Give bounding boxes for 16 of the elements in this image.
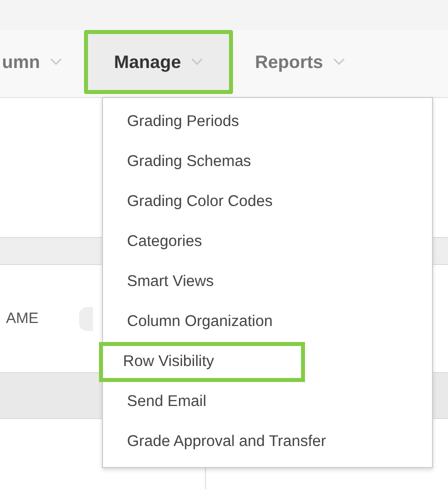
menu-item[interactable]: Column Organization: [103, 302, 432, 342]
menu-tab[interactable]: Manage: [84, 30, 234, 94]
menu-tab[interactable]: Reports: [233, 30, 368, 94]
column-header: AME: [6, 310, 39, 327]
menu-item[interactable]: Smart Views: [103, 262, 432, 302]
caret-icon: [50, 58, 62, 66]
menu-item[interactable]: Grading Periods: [103, 102, 432, 142]
menu-item[interactable]: Row Visibility: [99, 342, 305, 382]
menu-item[interactable]: Grading Color Codes: [103, 182, 432, 222]
caret-icon: [191, 58, 204, 66]
menu-item[interactable]: Send Email: [103, 382, 432, 422]
caret-icon: [333, 58, 346, 66]
menu-item[interactable]: Grade Approval and Transfer: [103, 422, 432, 462]
menu-tab[interactable]: umn: [0, 30, 84, 94]
menu-item[interactable]: Categories: [103, 222, 432, 262]
menu-item[interactable]: Grading Schemas: [103, 142, 432, 182]
